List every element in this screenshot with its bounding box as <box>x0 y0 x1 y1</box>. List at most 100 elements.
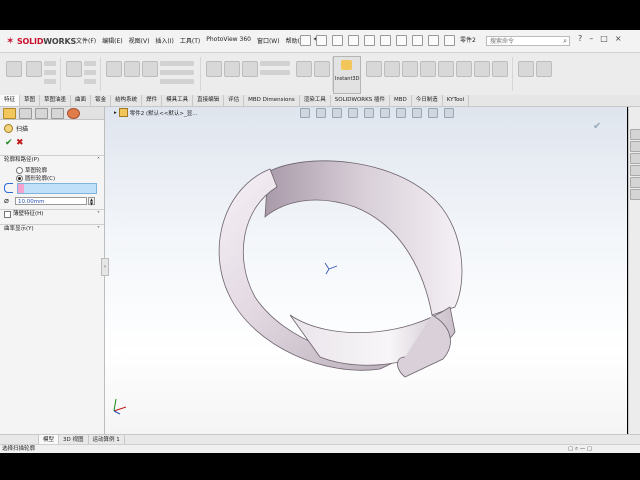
chevron-down-icon[interactable]: ˅ <box>97 210 100 219</box>
addin-icon-6[interactable] <box>456 61 472 77</box>
addin-icon-4[interactable] <box>420 61 436 77</box>
draft-icon[interactable] <box>160 70 194 75</box>
swept-cut-icon[interactable] <box>84 70 96 75</box>
menu-file[interactable]: 文件(F) <box>76 36 96 45</box>
select-icon[interactable] <box>396 35 407 46</box>
tab-structure-system[interactable]: 结构系统 <box>111 95 143 106</box>
boundary-boss-icon[interactable] <box>44 79 56 84</box>
wrap-icon[interactable] <box>206 61 222 77</box>
section-thin-feature[interactable]: 薄壁特征(H) ˅ <box>0 209 104 218</box>
tab-surfaces[interactable]: 曲面 <box>71 95 92 106</box>
addin-icon-7[interactable] <box>474 61 490 77</box>
dimxpert-tab-icon[interactable] <box>51 108 64 119</box>
tab-solidworks-addins[interactable]: SOLIDWORKS 插件 <box>331 95 390 106</box>
tool-icon-1[interactable] <box>518 61 534 77</box>
diameter-spinner[interactable]: ▲ ▼ <box>88 197 95 206</box>
display-style-icon[interactable] <box>380 108 390 118</box>
tab-weldments[interactable]: 焊件 <box>142 95 163 106</box>
lofted-cut-icon[interactable] <box>84 79 96 84</box>
print-icon[interactable] <box>364 35 375 46</box>
configuration-manager-tab-icon[interactable] <box>35 108 48 119</box>
chevron-up-icon[interactable]: ˄ <box>97 156 100 165</box>
intersect-icon[interactable] <box>224 61 240 77</box>
close-icon[interactable]: × <box>615 34 622 43</box>
options-icon[interactable] <box>444 35 455 46</box>
menu-insert[interactable]: 插入(I) <box>155 36 173 45</box>
apply-scene-icon[interactable] <box>428 108 438 118</box>
fillet-icon[interactable] <box>124 61 140 77</box>
zoom-to-fit-icon[interactable] <box>300 108 310 118</box>
cancel-button[interactable]: ✖ <box>16 138 24 148</box>
section-curvature-display[interactable]: 曲率显示(Y) ˅ <box>0 224 104 233</box>
menu-tools[interactable]: 工具(T) <box>180 36 200 45</box>
split-icon[interactable] <box>314 61 330 77</box>
addin-icon-2[interactable] <box>384 61 400 77</box>
file-properties-icon[interactable] <box>428 35 439 46</box>
revolved-cut-icon[interactable] <box>84 61 96 66</box>
search-icon[interactable]: ⌕ <box>563 36 567 46</box>
tab-features[interactable]: 特征 <box>0 95 21 106</box>
reference-geometry-icon[interactable] <box>242 61 258 77</box>
section-profile-path[interactable]: 轮廓和路径(P) ˄ <box>0 155 104 164</box>
tab-mold-tools[interactable]: 模具工具 <box>162 95 194 106</box>
view-orientation-icon[interactable] <box>364 108 374 118</box>
search-input[interactable]: 搜索命令 ⌕ <box>486 36 570 46</box>
tab-kytool[interactable]: KYTool <box>443 95 470 106</box>
checkbox-thin-feature[interactable]: 薄壁特征(H) <box>4 210 43 219</box>
tab-sheet-metal[interactable]: 钣金 <box>91 95 112 106</box>
addin-icon-8[interactable] <box>492 61 508 77</box>
sweep-boss-icon[interactable] <box>44 61 56 66</box>
diameter-input[interactable]: 10.00mm <box>15 197 87 205</box>
hide-show-icon[interactable] <box>396 108 406 118</box>
new-document-icon[interactable] <box>316 35 327 46</box>
extruded-cut-icon[interactable] <box>66 61 82 77</box>
tab-mbd-dimensions[interactable]: MBD Dimensions <box>244 95 300 106</box>
save-icon[interactable] <box>348 35 359 46</box>
addin-icon-3[interactable] <box>402 61 418 77</box>
combine-icon[interactable] <box>296 61 312 77</box>
tab-sketch[interactable]: 草图 <box>20 95 41 106</box>
custom-properties-icon[interactable] <box>630 189 640 200</box>
tree-expand-icon[interactable]: ▸ <box>114 110 117 116</box>
tab-today-manufacturing[interactable]: 今日制造 <box>412 95 443 106</box>
extruded-boss-icon[interactable] <box>6 61 22 77</box>
graphics-area[interactable] <box>105 107 627 434</box>
open-icon[interactable] <box>332 35 343 46</box>
menu-view[interactable]: 视图(V) <box>129 36 150 45</box>
tab-evaluate[interactable]: 评估 <box>224 95 245 106</box>
previous-view-icon[interactable] <box>332 108 342 118</box>
minimize-icon[interactable]: – <box>589 34 593 43</box>
hole-wizard-icon[interactable] <box>106 61 122 77</box>
rebuild-icon[interactable] <box>412 35 423 46</box>
menu-photoview[interactable]: PhotoView 360 <box>206 36 251 45</box>
feature-manager-tab-icon[interactable] <box>3 108 16 119</box>
rib-icon[interactable] <box>160 61 194 66</box>
tab-render-tools[interactable]: 渲染工具 <box>300 95 331 106</box>
addin-icon-1[interactable] <box>366 61 382 77</box>
appearances-icon[interactable] <box>630 177 640 188</box>
view-settings-icon[interactable] <box>444 108 454 118</box>
mirror-icon[interactable] <box>260 61 290 66</box>
panel-collapse-handle[interactable]: › <box>101 258 109 276</box>
chevron-down-icon[interactable]: ˅ <box>97 225 100 234</box>
edit-appearance-icon[interactable] <box>412 108 422 118</box>
display-manager-tab-icon[interactable] <box>67 108 80 119</box>
undo-icon[interactable] <box>380 35 391 46</box>
tab-mbd[interactable]: MBD <box>390 95 412 106</box>
confirmation-corner-ok-icon[interactable]: ✔ <box>593 121 601 132</box>
linear-pattern-icon[interactable] <box>142 61 158 77</box>
zoom-area-icon[interactable] <box>316 108 326 118</box>
shell-icon[interactable] <box>160 79 194 84</box>
curves-icon[interactable] <box>260 70 290 75</box>
solidworks-logo[interactable]: ✶ SOLIDWORKS <box>6 34 76 48</box>
addin-icon-5[interactable] <box>438 61 454 77</box>
solidworks-resources-icon[interactable] <box>630 129 640 140</box>
section-view-icon[interactable] <box>348 108 358 118</box>
help-icon[interactable]: ? <box>578 34 582 43</box>
restore-icon[interactable]: □ <box>600 34 608 43</box>
menu-window[interactable]: 窗口(W) <box>257 36 280 45</box>
ok-button[interactable]: ✔ <box>5 138 13 148</box>
tool-icon-2[interactable] <box>536 61 552 77</box>
menu-edit[interactable]: 编辑(E) <box>102 36 122 45</box>
tab-direct-editing[interactable]: 直接编辑 <box>193 95 225 106</box>
